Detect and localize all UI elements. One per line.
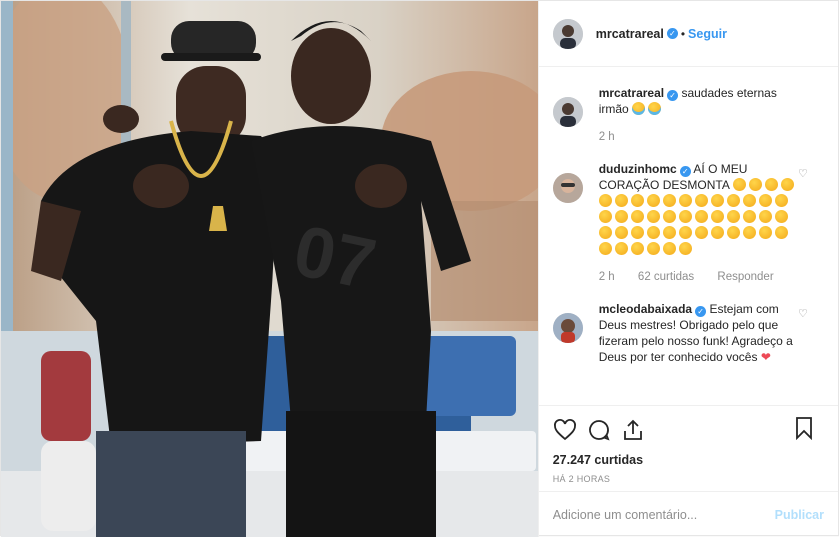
sad-face-emoji-icon xyxy=(732,178,746,191)
sad-face-emoji-icon xyxy=(630,226,644,239)
sad-face-emoji-icon xyxy=(598,226,612,239)
comment-likes[interactable]: 62 curtidas xyxy=(638,271,694,283)
add-comment-bar: Publicar xyxy=(538,491,838,537)
sad-face-emoji-icon xyxy=(742,210,756,223)
separator-dot: • xyxy=(680,26,686,41)
author-avatar[interactable] xyxy=(552,18,583,49)
sad-face-emoji-icon xyxy=(598,242,612,255)
sad-face-emoji-icon xyxy=(694,210,708,223)
sad-face-emoji-icon xyxy=(662,194,676,207)
like-heart-icon[interactable] xyxy=(553,418,577,442)
verified-badge-icon: ✓ xyxy=(667,90,679,101)
bookmark-icon[interactable] xyxy=(792,416,816,441)
comment-bubble-icon[interactable] xyxy=(587,418,611,442)
sad-face-emoji-icon xyxy=(614,194,628,207)
share-icon[interactable] xyxy=(621,418,645,442)
sad-face-emoji-icon xyxy=(678,194,692,207)
sad-face-emoji-icon xyxy=(630,210,644,223)
comment-username[interactable]: mrcatrareal xyxy=(599,86,664,100)
sad-face-emoji-icon xyxy=(726,194,740,207)
comment: mcleodabaixada ✓ Estejam com Deus mestres… xyxy=(552,301,824,365)
publish-button[interactable]: Publicar xyxy=(775,508,824,522)
comment-like-heart-icon[interactable]: ♡ xyxy=(798,167,810,180)
comment-meta: 2 h 62 curtidas Responder xyxy=(599,269,799,285)
sad-face-emoji-icon xyxy=(774,210,788,223)
sad-face-emoji-icon xyxy=(774,226,788,239)
comment-username[interactable]: duduzinhomc xyxy=(599,162,677,176)
sad-face-emoji-icon xyxy=(662,242,676,255)
sad-face-emoji-icon xyxy=(630,194,644,207)
sad-face-emoji-icon xyxy=(614,242,628,255)
sad-face-emoji-icon xyxy=(780,178,794,191)
sad-face-emoji-icon xyxy=(726,210,740,223)
sad-face-emoji-icon xyxy=(710,210,724,223)
sad-face-emoji-icon xyxy=(758,210,772,223)
sad-face-emoji-icon xyxy=(614,226,628,239)
comment-meta: 2 h xyxy=(599,129,799,145)
post-timestamp[interactable]: HÁ 2 HORAS xyxy=(553,474,824,484)
sad-face-emoji-icon xyxy=(630,242,644,255)
sad-face-emoji-icon xyxy=(646,226,660,239)
crying-face-emoji-icon xyxy=(632,102,646,115)
reply-button[interactable]: Responder xyxy=(717,271,773,283)
sad-face-emoji-icon xyxy=(598,194,612,207)
comment-username[interactable]: mcleodabaixada xyxy=(599,302,692,316)
sad-face-emoji-icon xyxy=(678,210,692,223)
comment-time[interactable]: 2 h xyxy=(599,131,615,143)
sad-face-emoji-icon xyxy=(742,194,756,207)
comment-emojis xyxy=(632,102,664,116)
caption-comment: mrcatrareal ✓ saudades eternas irmão 2 h xyxy=(552,85,824,145)
post-sidebar: mrcatrareal ✓ • Seguir mrcatrareal ✓ saud… xyxy=(537,1,838,537)
comment-time[interactable]: 2 h xyxy=(599,271,615,283)
comment-like-heart-icon[interactable]: ♡ xyxy=(798,307,810,320)
comment-body: mrcatrareal ✓ saudades eternas irmão 2 h xyxy=(599,85,799,145)
author-username[interactable]: mrcatrareal xyxy=(596,27,664,41)
sad-face-emoji-icon xyxy=(726,226,740,239)
post-header: mrcatrareal ✓ • Seguir xyxy=(538,1,838,67)
author-avatar[interactable] xyxy=(552,97,583,127)
sad-face-emoji-icon xyxy=(758,226,772,239)
post-actions: 27.247 curtidas HÁ 2 HORAS xyxy=(538,405,838,491)
follow-button[interactable]: Seguir xyxy=(688,27,727,41)
sad-face-emoji-icon xyxy=(764,178,778,191)
post-likes-count[interactable]: 27.247 curtidas xyxy=(553,453,824,467)
sad-face-emoji-icon xyxy=(646,194,660,207)
red-heart-icon: ❤ xyxy=(760,350,771,364)
sad-face-emoji-icon xyxy=(742,226,756,239)
sad-face-emoji-icon xyxy=(678,226,692,239)
verified-badge-icon: ✓ xyxy=(679,166,691,177)
action-icons xyxy=(553,416,824,444)
crying-face-emoji-icon xyxy=(648,102,662,115)
sad-face-emoji-icon xyxy=(678,242,692,255)
sad-face-emoji-icon xyxy=(748,178,762,191)
svg-text:07: 07 xyxy=(287,210,382,305)
commenter-avatar[interactable] xyxy=(552,313,583,343)
verified-badge-icon: ✓ xyxy=(695,306,707,317)
verified-badge-icon: ✓ xyxy=(666,28,678,39)
comments-list[interactable]: mrcatrareal ✓ saudades eternas irmão 2 h … xyxy=(539,67,838,405)
instagram-post: 07 mrcatrareal ✓ • Seguir mrcatrareal ✓ … xyxy=(0,0,839,537)
sad-face-emoji-icon xyxy=(614,210,628,223)
sad-face-emoji-icon xyxy=(662,210,676,223)
post-photo-illustration: 07 xyxy=(1,1,538,537)
comment-body: duduzinhomc ✓ AÍ O MEU CORAÇÃO DESMONTA 2… xyxy=(598,161,799,285)
sad-face-emoji-icon xyxy=(646,210,660,223)
comment: duduzinhomc ✓ AÍ O MEU CORAÇÃO DESMONTA 2… xyxy=(552,161,824,285)
post-photo[interactable]: 07 xyxy=(1,1,538,537)
sad-face-emoji-icon xyxy=(710,194,724,207)
sad-face-emoji-icon xyxy=(774,194,788,207)
sad-face-emoji-icon xyxy=(662,226,676,239)
comment-input[interactable] xyxy=(552,507,775,522)
sad-face-emoji-icon xyxy=(694,226,708,239)
commenter-avatar[interactable] xyxy=(552,173,583,203)
sad-face-emoji-icon xyxy=(694,194,708,207)
comment-body: mcleodabaixada ✓ Estejam com Deus mestres… xyxy=(599,301,799,365)
sad-face-emoji-icon xyxy=(710,226,724,239)
sad-face-emoji-icon xyxy=(758,194,772,207)
sad-face-emoji-icon xyxy=(646,242,660,255)
sad-face-emoji-icon xyxy=(598,210,612,223)
